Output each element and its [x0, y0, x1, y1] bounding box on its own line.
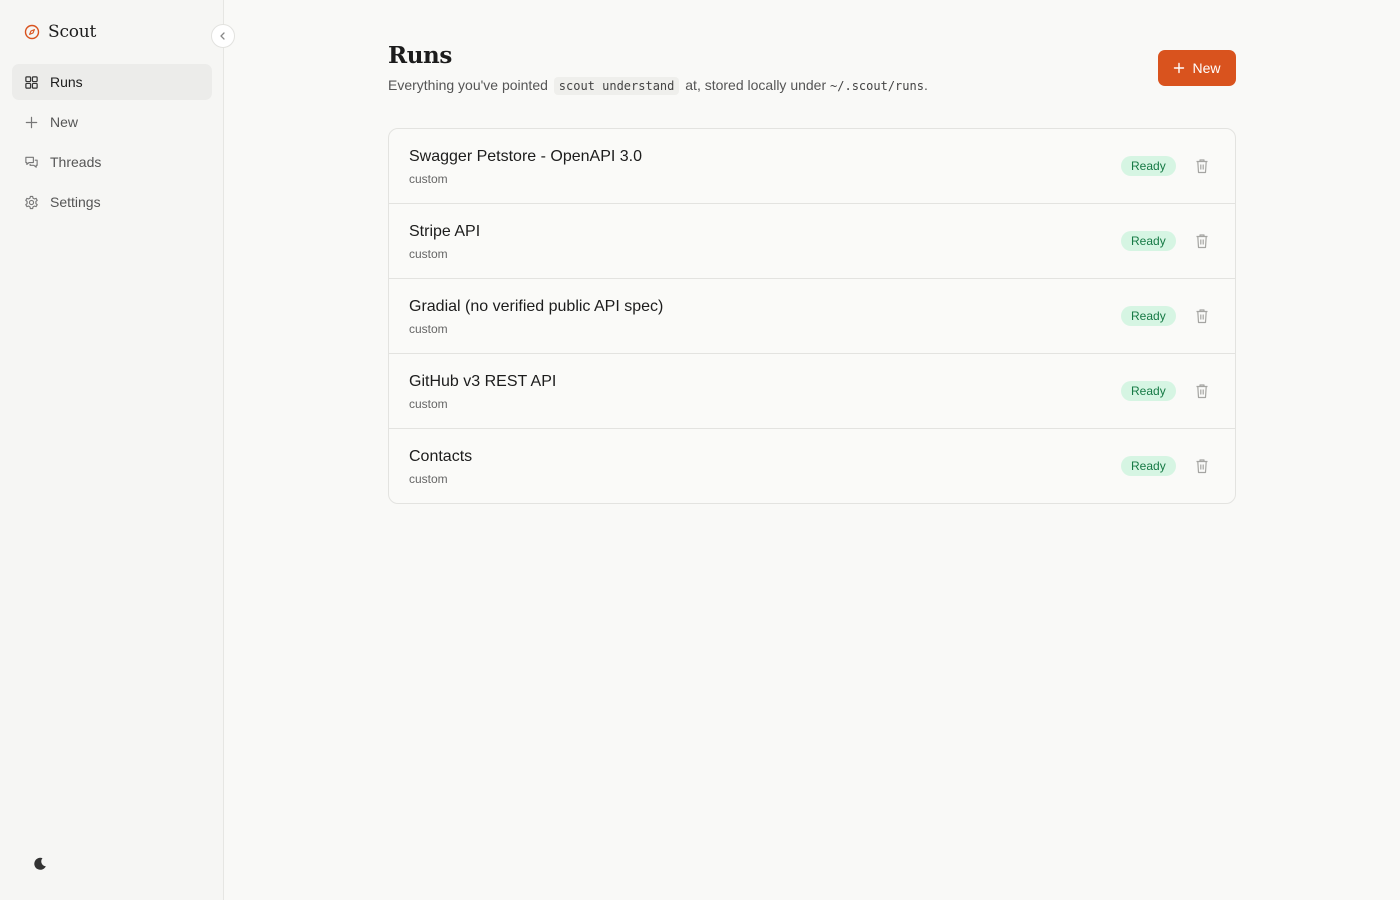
plus-icon: [1174, 62, 1185, 74]
sidebar-item-threads[interactable]: Threads: [12, 144, 212, 180]
sidebar-item-label: New: [50, 114, 79, 130]
plus-icon: [25, 116, 38, 128]
trash-icon: [1196, 309, 1208, 324]
compass-icon: [24, 24, 40, 40]
run-source: custom: [409, 247, 448, 261]
sidebar-item-label: Threads: [50, 154, 102, 170]
subtitle-text: Everything you've pointed: [388, 77, 548, 93]
sidebar-nav: Runs New Threads Settings: [12, 64, 212, 224]
delete-run-button[interactable]: [1195, 458, 1209, 474]
run-source: custom: [409, 472, 448, 486]
run-row[interactable]: Stripe API custom Ready: [389, 204, 1235, 279]
run-source: custom: [409, 322, 448, 336]
trash-icon: [1196, 459, 1208, 474]
runs-list: Swagger Petstore - OpenAPI 3.0 custom Re…: [388, 128, 1236, 504]
run-row[interactable]: Contacts custom Ready: [389, 429, 1235, 503]
brand[interactable]: Scout: [24, 22, 96, 42]
run-source: custom: [409, 397, 448, 411]
moon-icon[interactable]: [31, 855, 49, 873]
subtitle-text: at, stored locally under: [685, 77, 827, 93]
sidebar-item-label: Runs: [50, 74, 83, 90]
run-name: GitHub v3 REST API: [409, 373, 557, 390]
run-row[interactable]: Gradial (no verified public API spec) cu…: [389, 279, 1235, 354]
new-run-button[interactable]: New: [1158, 50, 1236, 86]
collapse-sidebar-button[interactable]: [211, 24, 235, 48]
page-subtitle: Everything you've pointed scout understa…: [388, 77, 928, 95]
delete-run-button[interactable]: [1195, 158, 1209, 174]
trash-icon: [1196, 234, 1208, 249]
delete-run-button[interactable]: [1195, 233, 1209, 249]
runs-path: ~/.scout/runs: [830, 79, 924, 93]
trash-icon: [1196, 159, 1208, 174]
run-row[interactable]: GitHub v3 REST API custom Ready: [389, 354, 1235, 429]
gear-icon: [25, 195, 38, 209]
run-row[interactable]: Swagger Petstore - OpenAPI 3.0 custom Re…: [389, 129, 1235, 204]
sidebar: Scout Runs New Threads Settings: [0, 0, 224, 900]
page-title: Runs: [388, 42, 452, 69]
subtitle-text: .: [923, 77, 928, 93]
run-name: Gradial (no verified public API spec): [409, 298, 664, 315]
status-badge: Ready: [1121, 306, 1176, 326]
status-badge: Ready: [1121, 456, 1176, 476]
run-source: custom: [409, 172, 448, 186]
run-name: Contacts: [409, 448, 473, 465]
command-snippet: scout understand: [553, 77, 680, 95]
chevron-left-icon: [220, 32, 225, 40]
trash-icon: [1196, 384, 1208, 399]
status-badge: Ready: [1121, 381, 1176, 401]
delete-run-button[interactable]: [1195, 308, 1209, 324]
run-name: Swagger Petstore - OpenAPI 3.0: [409, 148, 643, 165]
sidebar-item-settings[interactable]: Settings: [12, 184, 212, 220]
sidebar-item-label: Settings: [50, 194, 101, 210]
status-badge: Ready: [1121, 231, 1176, 251]
status-badge: Ready: [1121, 156, 1176, 176]
chat-bubbles-icon: [25, 156, 38, 168]
sidebar-item-new[interactable]: New: [12, 104, 212, 140]
delete-run-button[interactable]: [1195, 383, 1209, 399]
sidebar-item-runs[interactable]: Runs: [12, 64, 212, 100]
app-name: Scout: [48, 22, 97, 42]
grid-icon: [25, 75, 38, 89]
run-name: Stripe API: [409, 223, 481, 240]
new-button-label: New: [1192, 60, 1221, 76]
